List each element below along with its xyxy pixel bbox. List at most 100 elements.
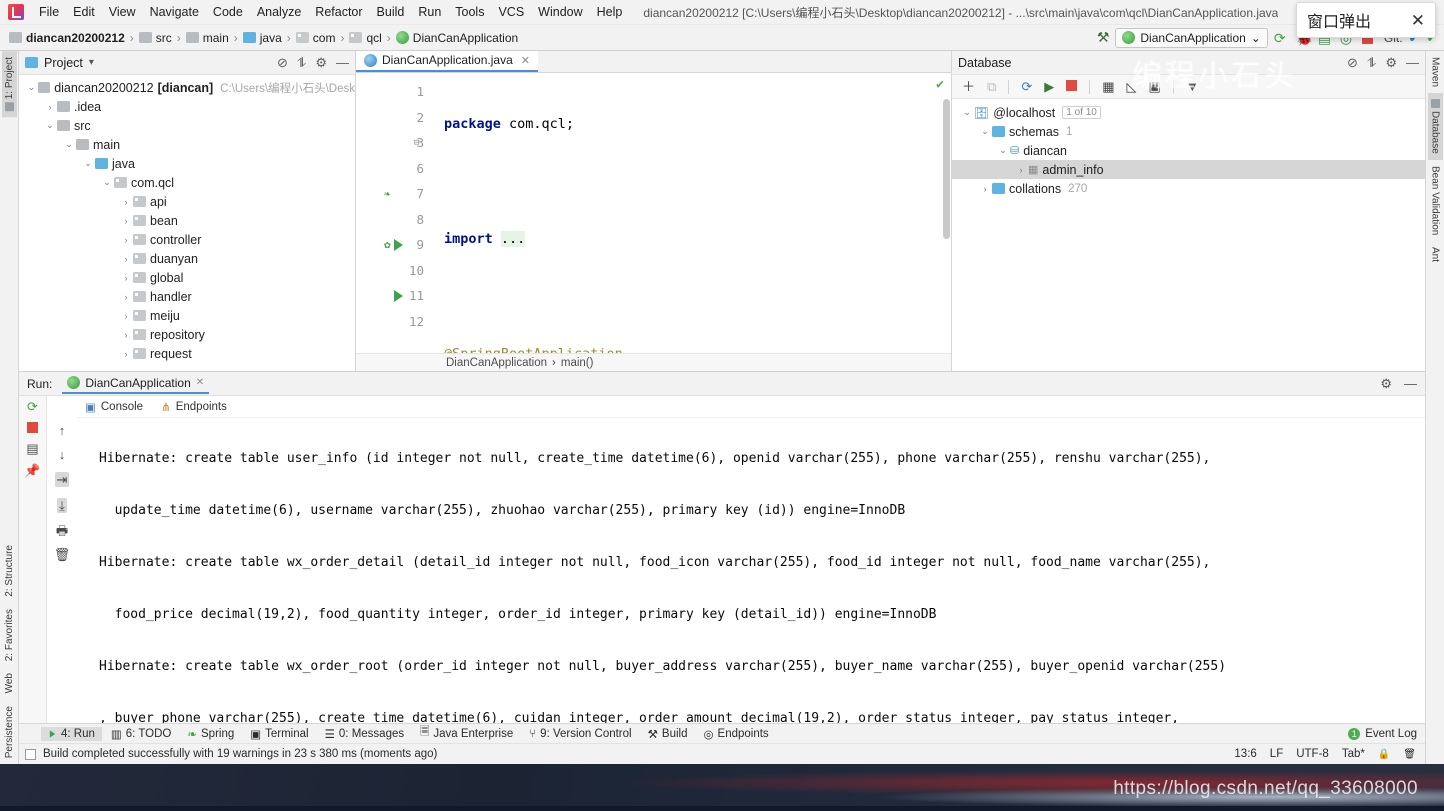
tab-endpoints[interactable]: ⋔ Endpoints bbox=[161, 400, 227, 414]
expand-arrow-icon[interactable]: › bbox=[1014, 165, 1028, 175]
database-tree[interactable]: ⌄ 🗄 @localhost 1 of 10 ⌄ schemas 1 ⌄ ⛁ d… bbox=[952, 99, 1425, 371]
expand-arrow-icon[interactable]: › bbox=[119, 273, 133, 283]
inspection-ok-icon[interactable]: ✔ bbox=[936, 77, 944, 92]
menu-view[interactable]: View bbox=[102, 2, 143, 22]
event-log-label[interactable]: Event Log bbox=[1365, 728, 1417, 740]
tree-row-controller[interactable]: › controller bbox=[19, 230, 355, 249]
soft-wrap-icon[interactable]: ⇥ bbox=[54, 472, 70, 487]
lock-icon[interactable]: 🔒 bbox=[1378, 749, 1390, 760]
sidebar-item-web[interactable]: Web bbox=[2, 667, 17, 699]
chevron-down-icon[interactable]: ▾ bbox=[89, 57, 94, 68]
breadcrumb-qcl[interactable]: qcl bbox=[346, 30, 384, 46]
folded-imports[interactable]: ... bbox=[500, 230, 526, 247]
collapse-all-icon[interactable]: ⥮ bbox=[297, 56, 306, 69]
expand-arrow-icon[interactable]: › bbox=[119, 311, 133, 321]
sidebar-item-ant[interactable]: Ant bbox=[1428, 241, 1443, 268]
tree-row-project-root[interactable]: ⌄ diancan20200212 [diancan] C:\Users\编程小… bbox=[19, 78, 355, 97]
add-datasource-icon[interactable]: ＋ bbox=[962, 80, 975, 93]
breadcrumb-main[interactable]: main bbox=[183, 30, 232, 46]
run-query-icon[interactable]: ▶ bbox=[1044, 80, 1054, 93]
trash-icon[interactable]: 🗑 bbox=[1403, 749, 1416, 760]
menu-help[interactable]: Help bbox=[590, 2, 630, 22]
expand-arrow-icon[interactable]: › bbox=[119, 292, 133, 302]
menu-analyze[interactable]: Analyze bbox=[250, 2, 308, 22]
rerun-icon[interactable]: ⟳ bbox=[27, 400, 38, 413]
tree-row-src[interactable]: ⌄ src bbox=[19, 116, 355, 135]
tab-console[interactable]: ▣ Console bbox=[85, 400, 143, 414]
code-text[interactable]: package com.qcl; import ... @SpringBootA… bbox=[428, 73, 951, 353]
editor-tab-diancanapplication[interactable]: DianCanApplication.java ✕ bbox=[356, 51, 538, 72]
toolwindow-run[interactable]: 4: Run bbox=[41, 726, 102, 741]
expand-arrow-icon[interactable]: ⌄ bbox=[960, 107, 974, 118]
sidebar-item-project[interactable]: 1: Project bbox=[1, 51, 17, 118]
gear-icon[interactable]: ⚙ bbox=[1385, 56, 1397, 69]
db-row-schemas[interactable]: ⌄ schemas 1 bbox=[952, 122, 1425, 141]
collapse-target-icon[interactable]: ⊘ bbox=[1347, 56, 1358, 69]
down-arrow-icon[interactable]: ↓ bbox=[59, 448, 66, 461]
collapse-target-icon[interactable]: ⊘ bbox=[277, 56, 288, 69]
menu-vcs[interactable]: VCS bbox=[491, 2, 531, 22]
popup-dialog[interactable]: 窗口弹出 ✕ bbox=[1296, 2, 1436, 38]
tree-row-main[interactable]: ⌄ main bbox=[19, 135, 355, 154]
sidebar-item-maven[interactable]: Maven bbox=[1428, 51, 1443, 93]
sidebar-item-bean-validation[interactable]: Bean Validation bbox=[1428, 160, 1443, 241]
spring-bean-gutter-icon[interactable]: ❧ bbox=[384, 187, 391, 200]
tree-row-bean[interactable]: › bean bbox=[19, 211, 355, 230]
line-separator[interactable]: LF bbox=[1270, 748, 1283, 760]
db-row-localhost[interactable]: ⌄ 🗄 @localhost 1 of 10 bbox=[952, 103, 1425, 122]
duplicate-icon[interactable]: ⧉ bbox=[987, 80, 996, 93]
breadcrumb-module[interactable]: diancan20200212 bbox=[6, 30, 128, 46]
expand-arrow-icon[interactable]: ⌄ bbox=[81, 158, 95, 169]
caret-position[interactable]: 13:6 bbox=[1234, 748, 1256, 760]
expand-arrow-icon[interactable]: › bbox=[119, 330, 133, 340]
close-icon[interactable]: ✕ bbox=[521, 54, 530, 67]
run-method-gutter-icon[interactable] bbox=[394, 289, 403, 302]
tree-row-handler[interactable]: › handler bbox=[19, 287, 355, 306]
toolwindow-spring[interactable]: ❧ Spring bbox=[180, 726, 241, 742]
refresh-icon[interactable]: ⟳ bbox=[1021, 80, 1032, 93]
sidebar-item-structure[interactable]: 2: Structure bbox=[2, 539, 17, 603]
collapse-all-icon[interactable]: ⥮ bbox=[1367, 56, 1376, 69]
stop-icon[interactable] bbox=[1066, 80, 1078, 93]
breadcrumb-com[interactable]: com bbox=[293, 30, 339, 46]
menu-run[interactable]: Run bbox=[411, 2, 448, 22]
menu-build[interactable]: Build bbox=[370, 2, 412, 22]
editor-scrollbar[interactable] bbox=[943, 99, 950, 239]
rerun-icon[interactable]: ⟳ bbox=[1274, 30, 1290, 46]
menu-edit[interactable]: Edit bbox=[66, 2, 102, 22]
clear-all-icon[interactable]: 🗑 bbox=[54, 548, 71, 561]
hide-icon[interactable]: — bbox=[1406, 56, 1419, 69]
expand-arrow-icon[interactable]: › bbox=[978, 184, 992, 194]
build-hammer-icon[interactable]: ⚒ bbox=[1097, 29, 1110, 46]
toolwindow-messages[interactable]: ☰ 0: Messages bbox=[318, 726, 412, 742]
breadcrumb-java[interactable]: java bbox=[240, 30, 285, 46]
expand-arrow-icon[interactable]: ⌄ bbox=[62, 139, 76, 150]
stop-icon[interactable] bbox=[27, 422, 38, 433]
sidebar-item-database[interactable]: Database bbox=[1427, 93, 1443, 160]
db-row-diancan[interactable]: ⌄ ⛁ diancan bbox=[952, 141, 1425, 160]
expand-arrow-icon[interactable]: ⌄ bbox=[25, 82, 38, 93]
event-log-area[interactable]: 1 Event Log bbox=[1348, 727, 1425, 740]
toolwindow-endpoints[interactable]: ◎ Endpoints bbox=[696, 726, 775, 742]
sidebar-item-favorites[interactable]: 2: Favorites bbox=[2, 603, 17, 667]
toolwindow-java-enterprise[interactable]: 🗏 Java Enterprise bbox=[413, 723, 520, 744]
breadcrumb-class[interactable]: DianCanApplication bbox=[393, 30, 521, 46]
expand-arrow-icon[interactable]: ⌄ bbox=[43, 120, 57, 131]
print-icon[interactable]: 🖶 bbox=[56, 524, 68, 537]
menu-tools[interactable]: Tools bbox=[448, 2, 491, 22]
toolwindow-build[interactable]: ⚒ Build bbox=[641, 726, 695, 742]
project-tree[interactable]: ⌄ diancan20200212 [diancan] C:\Users\编程小… bbox=[19, 75, 355, 371]
table-editor-icon[interactable]: ▦ bbox=[1102, 80, 1114, 93]
menu-window[interactable]: Window bbox=[531, 2, 589, 22]
editor-gutter[interactable]: 1 2 3 ⊟ 6 7 ❧ 8 9 ✿ 10 11 12 bbox=[356, 73, 428, 353]
spring-boot-gutter-icon[interactable]: ✿ bbox=[384, 238, 391, 251]
run-class-gutter-icons[interactable]: ✿ bbox=[384, 238, 403, 251]
tree-row-idea[interactable]: › .idea bbox=[19, 97, 355, 116]
tree-row-api[interactable]: › api bbox=[19, 192, 355, 211]
breadcrumb-src[interactable]: src bbox=[136, 30, 175, 46]
hide-icon[interactable]: — bbox=[1404, 377, 1417, 390]
restore-layout-icon[interactable]: ▤ bbox=[26, 442, 38, 455]
expand-arrow-icon[interactable]: › bbox=[119, 235, 133, 245]
up-arrow-icon[interactable]: ↑ bbox=[59, 424, 66, 437]
chevron-down-icon[interactable]: ⌄ bbox=[1251, 31, 1261, 45]
